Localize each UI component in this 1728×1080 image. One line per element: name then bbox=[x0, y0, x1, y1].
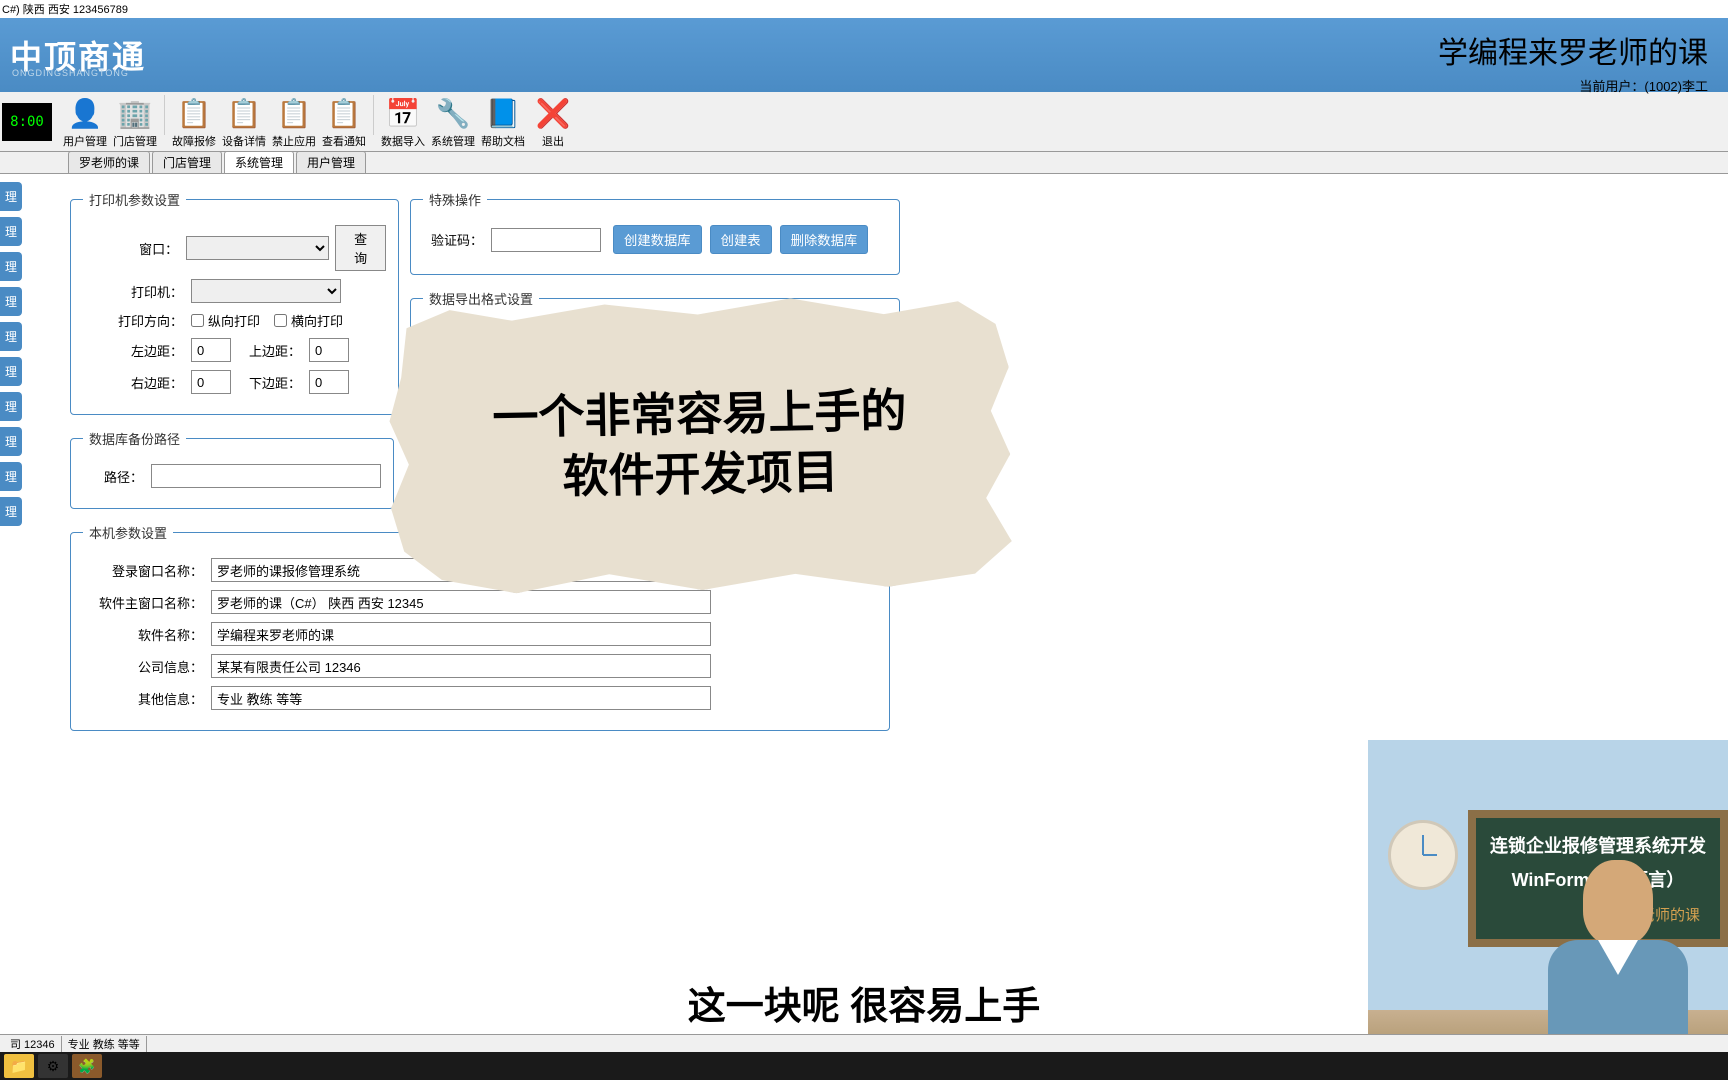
path-label: 路径： bbox=[83, 467, 143, 486]
right-margin-label: 右边距： bbox=[83, 373, 183, 392]
side-tab[interactable]: 理 bbox=[0, 357, 22, 386]
side-tab[interactable]: 理 bbox=[0, 182, 22, 211]
tab-系统管理[interactable]: 系统管理 bbox=[224, 151, 294, 173]
toolbar-icon: 📅 bbox=[384, 95, 422, 133]
company-info-input[interactable] bbox=[211, 654, 711, 678]
landscape-checkbox[interactable] bbox=[274, 314, 287, 327]
side-tabs: 理理理理理理理理理理 bbox=[0, 182, 22, 532]
toolbar-退出[interactable]: ❌退出 bbox=[529, 95, 577, 149]
right-margin-input[interactable] bbox=[191, 370, 231, 394]
toolbar-icon: 📋 bbox=[175, 95, 213, 133]
window-label: 窗口： bbox=[83, 239, 178, 258]
status-bar: 司 12346 专业 教练 等等 bbox=[0, 1034, 1728, 1052]
create-db-button[interactable]: 创建数据库 bbox=[613, 225, 702, 254]
side-tab[interactable]: 理 bbox=[0, 287, 22, 316]
toolbar-icon: 🔧 bbox=[434, 95, 472, 133]
current-user-label: 当前用户：(1002)李工 bbox=[1438, 76, 1708, 95]
toolbar-icon: 📋 bbox=[275, 95, 313, 133]
side-tab[interactable]: 理 bbox=[0, 217, 22, 246]
bottom-margin-label: 下边距： bbox=[231, 373, 301, 392]
toolbar-icon: 📘 bbox=[484, 95, 522, 133]
side-tab[interactable]: 理 bbox=[0, 322, 22, 351]
toolbar-数据导入[interactable]: 📅数据导入 bbox=[379, 95, 427, 149]
picture-in-picture: 连锁企业报修管理系统开发 WinForm（C#语言） -罗老师的课 bbox=[1368, 740, 1728, 1050]
company-info-label: 公司信息： bbox=[83, 657, 203, 676]
login-window-label: 登录窗口名称： bbox=[83, 561, 203, 580]
side-tab[interactable]: 理 bbox=[0, 252, 22, 281]
task-app-icon[interactable]: ⚙ bbox=[38, 1054, 68, 1078]
side-tab[interactable]: 理 bbox=[0, 497, 22, 526]
toolbar-设备详情[interactable]: 📋设备详情 bbox=[220, 95, 268, 149]
create-table-button[interactable]: 创建表 bbox=[710, 225, 772, 254]
other-info-label: 其他信息： bbox=[83, 689, 203, 708]
software-name-label: 软件名称： bbox=[83, 625, 203, 644]
presenter-avatar bbox=[1538, 860, 1698, 1050]
toolbar-帮助文档[interactable]: 📘帮助文档 bbox=[479, 95, 527, 149]
backup-path-group: 数据库备份路径 路径： bbox=[70, 429, 394, 509]
header-slogan: 学编程来罗老师的课 bbox=[1438, 28, 1708, 72]
toolbar-icon: 👤 bbox=[66, 95, 104, 133]
toolbar-icon: 🏢 bbox=[116, 95, 154, 133]
tab-门店管理[interactable]: 门店管理 bbox=[152, 151, 222, 173]
clock-display: 8:00 bbox=[2, 103, 52, 141]
left-margin-label: 左边距： bbox=[83, 341, 183, 360]
toolbar-禁止应用[interactable]: 📋禁止应用 bbox=[270, 95, 318, 149]
top-margin-label: 上边距： bbox=[231, 341, 301, 360]
delete-db-button[interactable]: 删除数据库 bbox=[780, 225, 869, 254]
special-ops-group: 特殊操作 验证码： 创建数据库 创建表 删除数据库 bbox=[410, 190, 900, 275]
toolbar-系统管理[interactable]: 🔧系统管理 bbox=[429, 95, 477, 149]
video-subtitle: 这一块呢 很容易上手 bbox=[688, 975, 1041, 1030]
app-header: 中顶商通 ONGDINGSHANGTONG 学编程来罗老师的课 当前用户：(10… bbox=[0, 18, 1728, 92]
main-window-input[interactable] bbox=[211, 590, 711, 614]
task-app-icon-2[interactable]: 🧩 bbox=[72, 1054, 102, 1078]
path-input[interactable] bbox=[151, 464, 381, 488]
toolbar-故障报修[interactable]: 📋故障报修 bbox=[170, 95, 218, 149]
side-tab[interactable]: 理 bbox=[0, 392, 22, 421]
portrait-checkbox[interactable] bbox=[191, 314, 204, 327]
paper-overlay: 一个非常容易上手的 软件开发项目 bbox=[388, 295, 1013, 596]
bottom-margin-input[interactable] bbox=[309, 370, 349, 394]
direction-label: 打印方向： bbox=[83, 311, 183, 330]
other-info-input[interactable] bbox=[211, 686, 711, 710]
query-button[interactable]: 查询 bbox=[335, 225, 386, 271]
code-input[interactable] bbox=[491, 228, 601, 252]
window-select[interactable] bbox=[186, 236, 329, 260]
printer-select[interactable] bbox=[191, 279, 341, 303]
top-margin-input[interactable] bbox=[309, 338, 349, 362]
file-explorer-icon[interactable]: 📁 bbox=[4, 1054, 34, 1078]
code-label: 验证码： bbox=[423, 230, 483, 249]
toolbar-icon: ❌ bbox=[534, 95, 572, 133]
clock-icon bbox=[1388, 820, 1458, 890]
document-tabs: 罗老师的课门店管理系统管理用户管理 bbox=[0, 152, 1728, 174]
side-tab[interactable]: 理 bbox=[0, 462, 22, 491]
software-name-input[interactable] bbox=[211, 622, 711, 646]
toolbar-门店管理[interactable]: 🏢门店管理 bbox=[111, 95, 159, 149]
toolbar-icon: 📋 bbox=[325, 95, 363, 133]
windows-taskbar: 📁 ⚙ 🧩 bbox=[0, 1052, 1728, 1080]
app-logo-sub: ONGDINGSHANGTONG bbox=[12, 68, 129, 78]
main-window-label: 软件主窗口名称： bbox=[83, 593, 203, 612]
main-toolbar: 8:00 👤用户管理🏢门店管理📋故障报修📋设备详情📋禁止应用📋查看通知📅数据导入… bbox=[0, 92, 1728, 152]
toolbar-用户管理[interactable]: 👤用户管理 bbox=[61, 95, 109, 149]
tab-罗老师的课[interactable]: 罗老师的课 bbox=[68, 151, 150, 173]
toolbar-icon: 📋 bbox=[225, 95, 263, 133]
left-margin-input[interactable] bbox=[191, 338, 231, 362]
printer-settings-group: 打印机参数设置 窗口： 查询 打印机： 打印方向： 纵向打印 横向打印 bbox=[70, 190, 399, 415]
side-tab[interactable]: 理 bbox=[0, 427, 22, 456]
printer-label: 打印机： bbox=[83, 282, 183, 301]
toolbar-查看通知[interactable]: 📋查看通知 bbox=[320, 95, 368, 149]
window-titlebar: C#) 陕西 西安 123456789 bbox=[0, 0, 1728, 18]
tab-用户管理[interactable]: 用户管理 bbox=[296, 151, 366, 173]
